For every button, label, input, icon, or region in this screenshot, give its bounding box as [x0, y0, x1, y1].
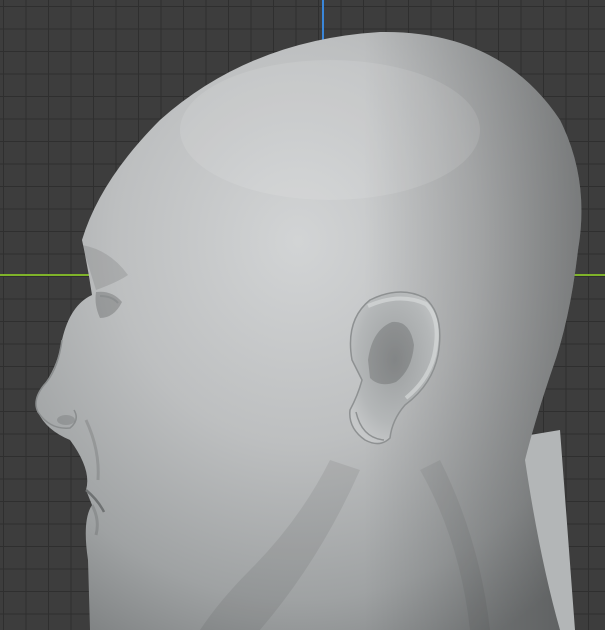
- nostril: [57, 415, 75, 425]
- 3d-viewport[interactable]: [0, 0, 605, 630]
- forehead-highlight: [180, 60, 480, 200]
- head-sculpt-model[interactable]: [0, 0, 605, 630]
